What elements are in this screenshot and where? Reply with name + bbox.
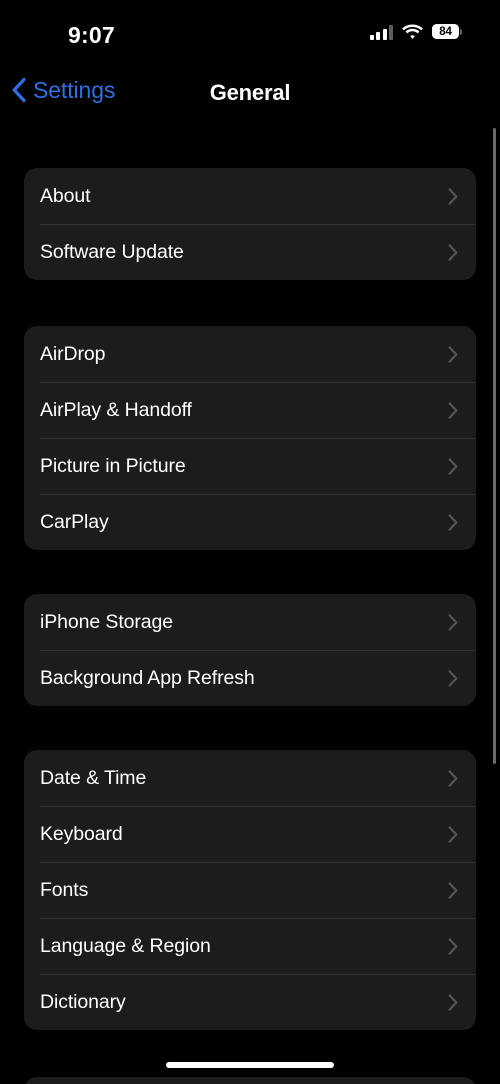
battery-level-text: 84: [439, 26, 452, 38]
chevron-right-icon: [448, 345, 458, 363]
settings-row[interactable]: Background App Refresh: [24, 650, 476, 706]
chevron-right-icon: [448, 513, 458, 531]
chevron-right-icon: [448, 187, 458, 205]
home-indicator: [166, 1062, 334, 1068]
chevron-right-icon: [448, 881, 458, 899]
settings-row-label: Date & Time: [40, 766, 147, 789]
settings-row-label: Software Update: [40, 240, 184, 263]
status-bar-time: 9:07: [68, 22, 115, 48]
chevron-right-icon: [448, 457, 458, 475]
settings-row[interactable]: Keyboard: [24, 806, 476, 862]
group-system-info: About Software Update: [24, 168, 476, 280]
settings-row-label: AirDrop: [40, 342, 106, 365]
settings-row[interactable]: AirPlay & Handoff: [24, 382, 476, 438]
settings-row-label: Picture in Picture: [40, 454, 186, 477]
settings-list[interactable]: About Software Update AirDrop AirPlay & Han…: [0, 124, 500, 1084]
cellular-signal-icon: [369, 24, 393, 40]
settings-row[interactable]: Date & Time: [24, 750, 476, 806]
settings-row-label: Fonts: [40, 878, 89, 901]
chevron-right-icon: [448, 613, 458, 631]
battery-icon: 84: [432, 24, 462, 40]
group-localization: Date & Time Keyboard Fonts Language & Regio…: [24, 750, 476, 1030]
settings-row[interactable]: CarPlay: [24, 494, 476, 550]
settings-row[interactable]: Software Update: [24, 224, 476, 280]
settings-row-label: Keyboard: [40, 822, 123, 845]
settings-row[interactable]: Fonts: [24, 862, 476, 918]
battery-cap: [459, 29, 462, 35]
chevron-right-icon: [448, 937, 458, 955]
wifi-icon: [402, 24, 423, 39]
navigation-bar: Settings General: [0, 62, 500, 124]
page-title: General: [209, 80, 291, 105]
chevron-right-icon: [448, 993, 458, 1011]
settings-row[interactable]: About: [24, 168, 476, 224]
chevron-right-icon: [448, 669, 458, 687]
settings-row-label: About: [40, 184, 91, 207]
status-bar: 9:07 84: [0, 0, 500, 62]
chevron-right-icon: [448, 825, 458, 843]
settings-row[interactable]: iPhone Storage: [24, 594, 476, 650]
iphone-settings-screen: 9:07 84 Settings General About Software …: [0, 0, 500, 1084]
settings-row[interactable]: AirDrop: [24, 326, 476, 382]
settings-row[interactable]: Dictionary: [24, 974, 476, 1030]
settings-row-label: Language & Region: [40, 934, 211, 957]
settings-row-label: Background App Refresh: [40, 666, 255, 689]
settings-row-label: AirPlay & Handoff: [40, 398, 192, 421]
scrollbar-thumb[interactable]: [492, 128, 496, 764]
settings-row-label: iPhone Storage: [40, 610, 174, 633]
settings-row[interactable]: Language & Region: [24, 918, 476, 974]
settings-row-label: CarPlay: [40, 510, 109, 533]
chevron-right-icon: [448, 243, 458, 261]
settings-row-label: Dictionary: [40, 990, 126, 1013]
group-storage: iPhone Storage Background App Refresh: [24, 594, 476, 706]
group-partial-next: [24, 1077, 476, 1084]
settings-row[interactable]: Picture in Picture: [24, 438, 476, 494]
status-bar-indicators: 84: [369, 24, 462, 40]
group-connectivity: AirDrop AirPlay & Handoff Picture in Pictu…: [24, 326, 476, 550]
chevron-right-icon: [448, 769, 458, 787]
chevron-right-icon: [448, 401, 458, 419]
